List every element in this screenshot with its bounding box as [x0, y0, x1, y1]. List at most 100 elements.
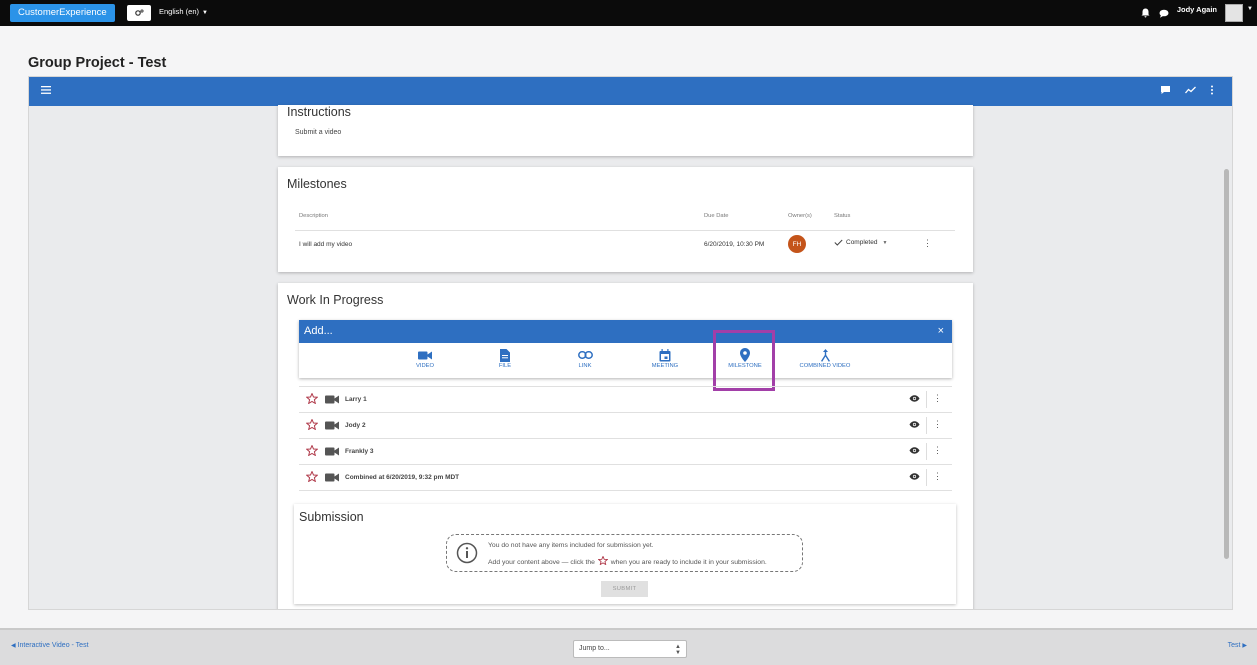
wip-title: Work In Progress: [287, 293, 384, 307]
notice-line-2: Add your content above — click the when …: [488, 555, 767, 566]
language-label: English (en): [159, 7, 200, 16]
item-more-button[interactable]: ⋮: [933, 420, 942, 429]
video-icon: [325, 473, 339, 482]
star-icon[interactable]: [306, 393, 318, 404]
check-icon: [834, 239, 843, 246]
add-option-label: COMBINED VIDEO: [799, 363, 851, 369]
add-combined-video-button[interactable]: COMBINED VIDEO: [790, 347, 860, 369]
add-content-panel: Add... × VIDEO FILE LINK MEETING MILESTO…: [299, 320, 952, 378]
wip-item-name: Combined at 6/20/2019, 9:32 pm MDT: [345, 474, 460, 481]
item-more-button[interactable]: ⋮: [933, 394, 942, 403]
chat-icon: [1159, 9, 1169, 18]
star-icon[interactable]: [306, 419, 318, 430]
submission-title: Submission: [299, 510, 364, 524]
hamburger-menu-icon[interactable]: [41, 86, 51, 94]
user-area: Jody Again ▼: [1137, 0, 1257, 26]
wip-item-row[interactable]: Combined at 6/20/2019, 9:32 pm MDT ⋮: [299, 465, 952, 491]
status-label: Completed: [846, 239, 878, 246]
item-more-button[interactable]: ⋮: [933, 472, 942, 481]
eye-icon[interactable]: [909, 473, 920, 480]
avatar[interactable]: [1225, 4, 1243, 22]
eye-icon[interactable]: [909, 395, 920, 402]
add-meeting-button[interactable]: MEETING: [630, 347, 700, 369]
instructions-body: Submit a video: [295, 129, 342, 136]
video-icon: [325, 447, 339, 456]
chevron-down-icon: ▼: [202, 10, 208, 16]
add-option-label: LINK: [578, 363, 592, 369]
previous-activity-link[interactable]: ◀ Interactive Video - Test: [11, 642, 89, 649]
chevron-down-icon[interactable]: ▼: [1243, 6, 1257, 12]
merge-icon: [820, 348, 830, 362]
scrollbar-thumb[interactable]: [1224, 169, 1229, 559]
work-in-progress-card: Work In Progress Add... × VIDEO FILE LIN…: [278, 283, 973, 609]
column-header-due-date: Due Date: [704, 213, 729, 219]
add-option-label: VIDEO: [415, 363, 435, 369]
milestone-description: I will add my video: [299, 241, 353, 248]
milestone-more-button[interactable]: ⋮: [923, 239, 932, 248]
column-header-owners: Owner(s): [788, 213, 812, 219]
close-icon[interactable]: ×: [938, 325, 944, 337]
jump-to-select[interactable]: Jump to... ▲ ▼: [573, 640, 687, 658]
star-icon[interactable]: [306, 445, 318, 456]
chevron-down-icon: ▼: [882, 239, 888, 246]
username[interactable]: Jody Again: [1177, 5, 1217, 14]
language-selector[interactable]: English (en) ▼: [159, 7, 208, 16]
divider: [926, 443, 927, 460]
table-divider: [295, 230, 955, 231]
video-icon: [325, 395, 339, 404]
column-header-description: Description: [299, 213, 328, 219]
jump-to-label: Jump to...: [579, 645, 610, 652]
next-activity-label: Test: [1227, 642, 1241, 649]
calendar-icon: [659, 348, 671, 361]
add-link-button[interactable]: LINK: [550, 347, 620, 369]
wip-item-name: Frankly 3: [345, 448, 374, 455]
star-icon: [597, 555, 609, 566]
status-dropdown[interactable]: Completed ▼: [834, 239, 887, 246]
notice-text-a: Add your content above — click the: [488, 559, 595, 566]
wip-item-name: Jody 2: [345, 422, 366, 429]
submit-button[interactable]: SUBMIT: [601, 581, 648, 597]
instructions-card: Instructions Submit a video: [278, 105, 973, 156]
gear-icon: [135, 9, 144, 16]
messages-button[interactable]: [1155, 4, 1173, 22]
notice-text-b: when you are ready to include it in your…: [610, 559, 767, 566]
activity-toolbar: [29, 77, 1232, 106]
file-icon: [500, 348, 510, 362]
chevron-left-icon: ◀: [11, 643, 16, 649]
settings-button[interactable]: [127, 5, 151, 21]
more-vert-icon[interactable]: [1210, 85, 1214, 95]
top-navbar: CustomerExperience English (en) ▼ Jody Ag…: [0, 0, 1257, 26]
eye-icon[interactable]: [909, 421, 920, 428]
add-panel-header: Add... ×: [299, 320, 952, 343]
milestones-card: Milestones Description Due Date Owner(s)…: [278, 167, 973, 272]
notifications-button[interactable]: [1137, 4, 1155, 22]
video-icon: [325, 421, 339, 430]
add-file-button[interactable]: FILE: [470, 347, 540, 369]
eye-icon[interactable]: [909, 447, 920, 454]
milestone-highlight-box: [713, 330, 775, 391]
next-activity-link[interactable]: Test ▶: [1228, 642, 1247, 649]
wip-item-name: Larry 1: [345, 396, 367, 403]
divider: [926, 391, 927, 408]
column-header-status: Status: [834, 213, 851, 219]
previous-activity-label: Interactive Video - Test: [17, 642, 89, 649]
wip-item-row[interactable]: Larry 1 ⋮: [299, 387, 952, 413]
add-video-button[interactable]: VIDEO: [390, 347, 460, 369]
add-panel-title: Add...: [304, 325, 333, 337]
notice-line-1: You do not have any items included for s…: [488, 542, 654, 549]
milestones-title: Milestones: [287, 177, 347, 191]
wip-item-row[interactable]: Jody 2 ⋮: [299, 413, 952, 439]
select-arrows-icon: ▲ ▼: [675, 644, 681, 656]
comment-icon[interactable]: [1160, 85, 1171, 95]
video-icon: [418, 351, 432, 359]
star-icon[interactable]: [306, 471, 318, 482]
brand-button[interactable]: CustomerExperience: [10, 4, 115, 22]
divider: [926, 417, 927, 434]
analytics-icon[interactable]: [1185, 86, 1196, 94]
divider: [926, 469, 927, 486]
wip-item-row[interactable]: Frankly 3 ⋮: [299, 439, 952, 465]
owner-avatar: FH: [788, 235, 806, 253]
milestone-due-date: 6/20/2019, 10:30 PM: [704, 241, 765, 248]
item-more-button[interactable]: ⋮: [933, 446, 942, 455]
page-title: Group Project - Test: [28, 55, 167, 71]
